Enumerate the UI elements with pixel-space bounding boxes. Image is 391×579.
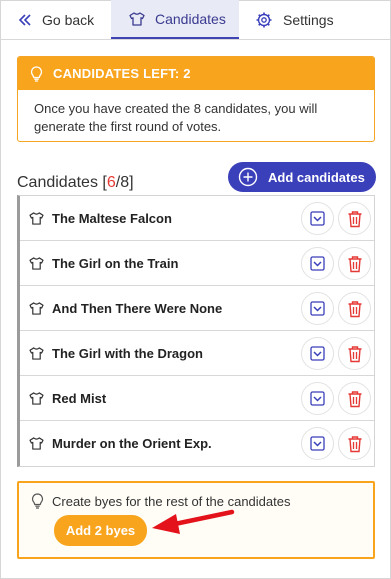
chevron-down-icon [310, 301, 325, 316]
trash-icon [348, 435, 361, 452]
gear-icon [256, 12, 272, 27]
tab-bar: Go back Candidates Settings [0, 0, 391, 40]
candidates-count-total: 8 [120, 174, 130, 191]
shirt-icon [129, 11, 145, 26]
candidate-row: Murder on the Orient Exp. [20, 421, 374, 466]
chevron-down-icon [310, 391, 325, 406]
trash-icon [348, 255, 361, 272]
candidates-count-current: 6 [106, 174, 116, 191]
trash-icon [348, 390, 361, 407]
candidate-row: Red Mist [20, 376, 374, 421]
trash-icon [348, 210, 361, 227]
notice-message: Once you have created the 8 candidates, … [34, 101, 318, 134]
candidates-heading: Candidates [6/8] [17, 174, 134, 192]
chevron-down-icon [310, 346, 325, 361]
candidate-row: The Girl on the Train [20, 241, 374, 286]
expand-button[interactable] [301, 202, 334, 235]
delete-button[interactable] [338, 427, 371, 460]
add-byes-button[interactable]: Add 2 byes [54, 515, 147, 546]
delete-button[interactable] [338, 202, 371, 235]
candidate-name: And Then There Were None [52, 300, 223, 316]
chevron-down-icon [310, 436, 325, 451]
candidate-row: And Then There Were None [20, 286, 374, 331]
chevron-down-icon [310, 256, 325, 271]
trash-icon [348, 300, 361, 317]
tab-candidates[interactable]: Candidates [111, 0, 239, 39]
red-arrow-icon [152, 509, 235, 534]
candidates-left-notice: CANDIDATES LEFT: 2 Once you have created… [17, 56, 375, 142]
add-candidates-button[interactable]: Add candidates [228, 162, 376, 192]
chevron-down-icon [310, 211, 325, 226]
shirt-icon [29, 211, 44, 225]
delete-button[interactable] [338, 337, 371, 370]
candidate-name: The Girl with the Dragon [52, 345, 203, 361]
candidate-name: Red Mist [52, 390, 107, 406]
trash-icon [348, 345, 361, 362]
plus-circle-icon [238, 167, 258, 187]
tab-settings-label: Settings [283, 11, 334, 28]
tab-go-back-label: Go back [42, 11, 95, 28]
expand-button[interactable] [301, 427, 334, 460]
delete-button[interactable] [338, 382, 371, 415]
expand-button[interactable] [301, 292, 334, 325]
delete-button[interactable] [338, 292, 371, 325]
shirt-icon [29, 346, 44, 360]
lightbulb-icon [32, 493, 43, 509]
shirt-icon [29, 256, 44, 270]
tab-settings[interactable]: Settings [239, 0, 379, 39]
tab-candidates-label: Candidates [155, 10, 226, 27]
notice-title: CANDIDATES LEFT: 2 [53, 66, 191, 81]
expand-button[interactable] [301, 247, 334, 280]
tab-go-back[interactable]: Go back [0, 0, 111, 39]
candidate-name: The Girl on the Train [52, 255, 179, 271]
expand-button[interactable] [301, 337, 334, 370]
candidate-list: The Maltese Falcon The Girl on the Train A… [17, 195, 375, 467]
shirt-icon [29, 437, 44, 450]
double-chevron-left-icon [18, 13, 31, 26]
candidates-count: [6/8] [102, 174, 134, 191]
candidate-row: The Girl with the Dragon [20, 331, 374, 376]
candidate-name: The Maltese Falcon [52, 210, 172, 226]
candidate-name: Murder on the Orient Exp. [52, 436, 212, 451]
candidates-heading-label: Candidates [17, 174, 98, 191]
shirt-icon [29, 391, 44, 405]
add-candidates-label: Add candidates [268, 169, 365, 185]
lightbulb-icon [30, 65, 43, 82]
shirt-icon [29, 301, 44, 315]
notice-header: CANDIDATES LEFT: 2 [18, 57, 374, 90]
delete-button[interactable] [338, 247, 371, 280]
expand-button[interactable] [301, 382, 334, 415]
candidate-row: The Maltese Falcon [20, 196, 374, 241]
